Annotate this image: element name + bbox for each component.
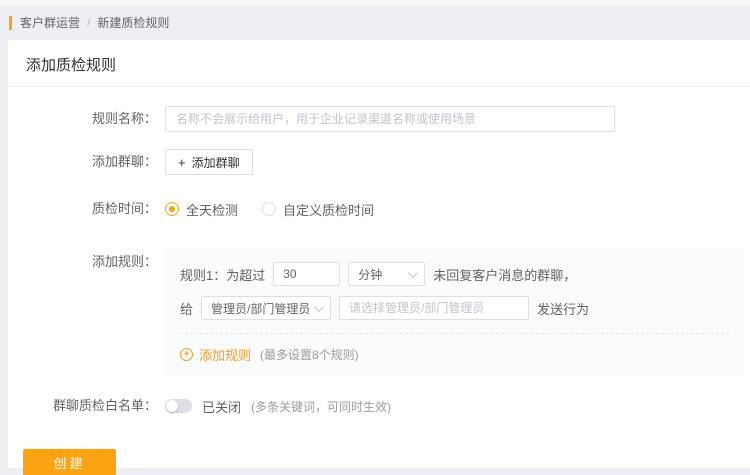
time-unit-select[interactable]: 分钟: [348, 262, 426, 286]
recipient-picker-input[interactable]: [339, 296, 530, 320]
chevron-down-icon: [313, 301, 324, 312]
rule-condition-prefix: 规则1：为超过: [180, 267, 266, 283]
rule-condition-suffix: 未回复客户消息的群聊，: [433, 267, 577, 283]
add-rule-link[interactable]: 添加规则: [199, 345, 251, 364]
rule-form: 规则名称： 添加群聊： + 添加群聊 质检时间： 全天检测: [8, 87, 750, 475]
recipient-type-selected-value: 管理员/部门管理员: [211, 301, 311, 316]
chevron-down-icon: [408, 267, 419, 278]
rule-name-label: 规则名称：: [91, 111, 157, 126]
create-button[interactable]: 创建: [23, 449, 116, 475]
plus-circle-icon[interactable]: +: [180, 348, 193, 361]
rules-panel: 规则1：为超过 分钟 未回复客户消息的群聊， 给 管理员/部门管理员: [165, 249, 744, 375]
radio-option-label: 自定义质检时间: [283, 202, 375, 218]
breadcrumb-current-page: 新建质检规则: [97, 16, 170, 30]
add-group-chat-button-label: 添加群聊: [191, 155, 240, 170]
rule-notify-line: 给 管理员/部门管理员 发送行为: [180, 296, 729, 320]
rule-notify-suffix: 发送行为: [537, 301, 590, 317]
inspection-time-row: 质检时间： 全天检测 自定义质检时间: [8, 196, 750, 222]
add-group-chat-label: 添加群聊：: [91, 154, 157, 169]
add-group-chat-button[interactable]: + 添加群聊: [165, 149, 253, 175]
page-title: 添加质检规则: [8, 40, 750, 87]
rule-condition-line: 规则1：为超过 分钟 未回复客户消息的群聊，: [180, 262, 729, 286]
whitelist-label: 群聊质检白名单：: [52, 398, 157, 413]
main-panel: 添加质检规则 规则名称： 添加群聊： + 添加群聊 质检时间：: [8, 40, 750, 475]
time-unit-selected-value: 分钟: [358, 267, 383, 282]
rules-divider: [180, 333, 729, 334]
add-rules-row: 添加规则： 规则1：为超过 分钟 未回复客户消息的群聊， 给: [8, 249, 750, 375]
recipient-type-select[interactable]: 管理员/部门管理员: [201, 296, 332, 320]
breadcrumb-accent-bar: [9, 15, 12, 30]
breadcrumb: 客户群运营 / 新建质检规则: [0, 5, 750, 40]
add-rule-line: + 添加规则 (最多设置8个规则): [180, 345, 729, 364]
whitelist-toggle[interactable]: [165, 399, 192, 413]
rule-name-row: 规则名称：: [8, 106, 750, 132]
breadcrumb-section-link[interactable]: 客户群运营: [20, 14, 80, 31]
whitelist-note: (多条关键词，可同时生效): [251, 399, 392, 414]
add-group-chat-row: 添加群聊： + 添加群聊: [8, 149, 750, 175]
radio-option-label: 全天检测: [186, 202, 239, 218]
whitelist-state-text: 已关闭: [202, 399, 242, 415]
radio-option-all-day[interactable]: 全天检测: [165, 200, 238, 219]
whitelist-row: 群聊质检白名单： 已关闭 (多条关键词，可同时生效): [8, 393, 750, 419]
toggle-knob-icon: [166, 400, 178, 412]
breadcrumb-separator: /: [87, 15, 91, 30]
threshold-input[interactable]: [273, 262, 341, 286]
rule-notify-prefix: 给: [180, 301, 194, 317]
radio-unselected-icon[interactable]: [262, 202, 277, 216]
rule-name-input[interactable]: [165, 106, 615, 132]
plus-icon: +: [178, 154, 186, 170]
add-rules-label: 添加规则：: [91, 254, 157, 269]
inspection-time-label: 质检时间：: [91, 201, 157, 216]
add-rule-limit-note: (最多设置8个规则): [260, 348, 359, 362]
radio-selected-icon[interactable]: [165, 202, 179, 216]
radio-option-custom-time[interactable]: 自定义质检时间: [262, 200, 374, 219]
